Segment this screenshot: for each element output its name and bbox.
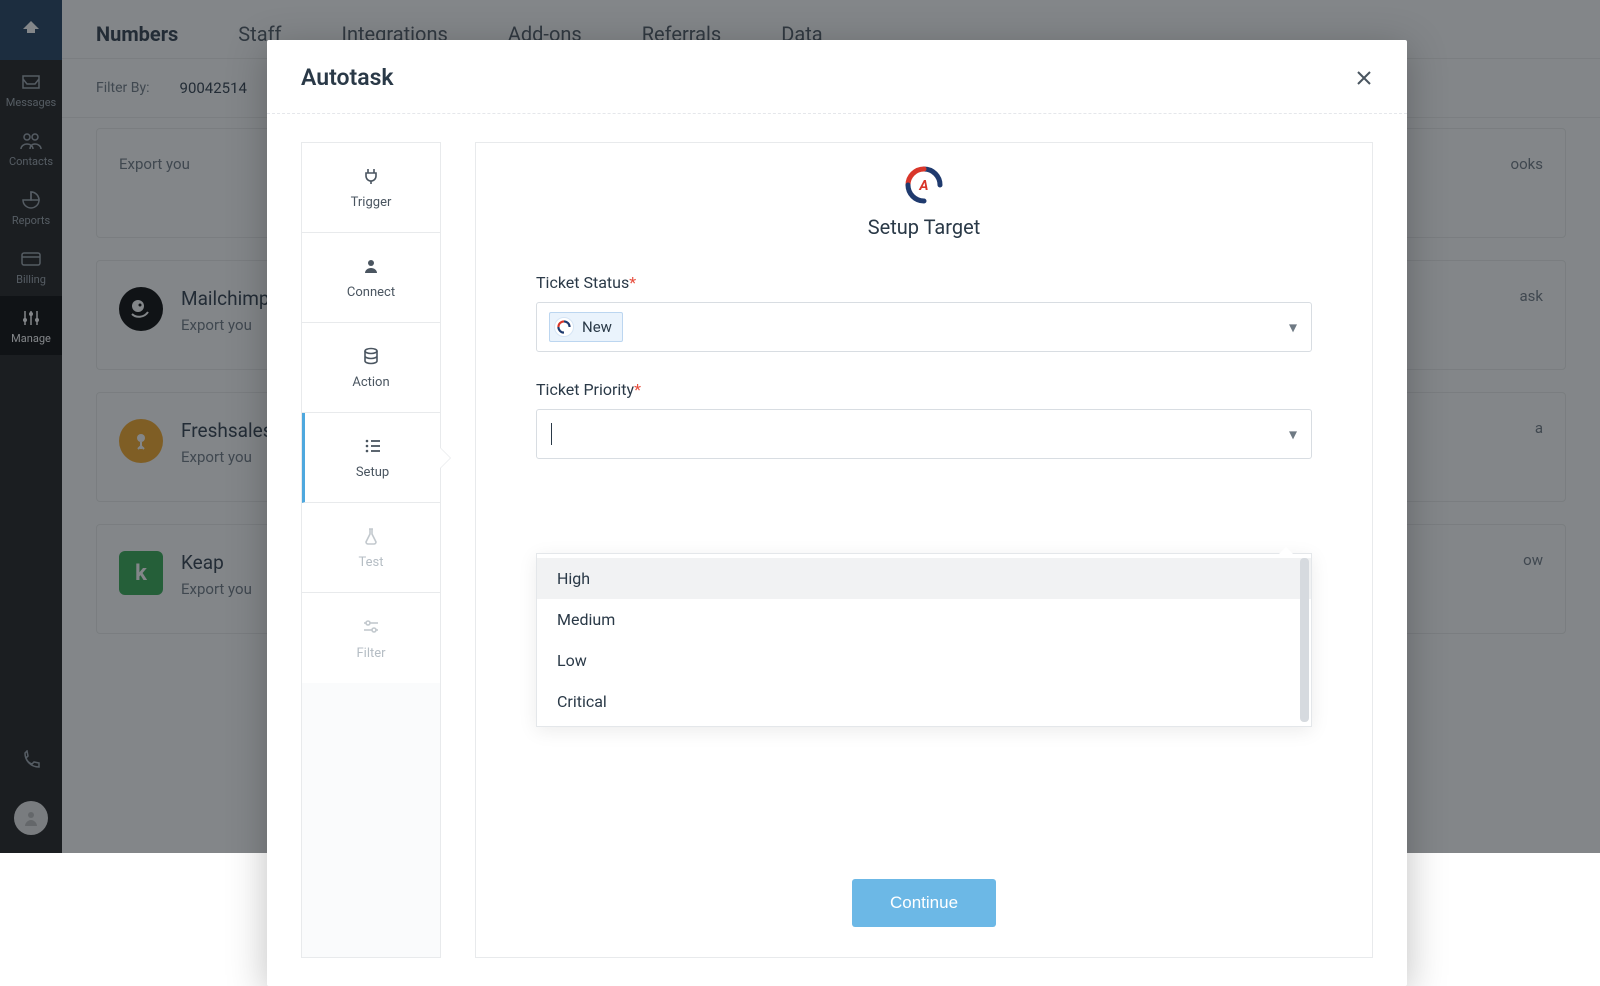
step-label: Trigger (351, 195, 392, 210)
step-trigger[interactable]: Trigger (302, 143, 440, 233)
step-filter[interactable]: Filter (302, 593, 440, 683)
priority-dropdown: High Medium Low Critical (536, 553, 1312, 727)
chevron-down-icon: ▾ (1289, 318, 1297, 337)
step-connect[interactable]: Connect (302, 233, 440, 323)
svg-text:A: A (918, 178, 928, 194)
chevron-down-icon: ▾ (1289, 425, 1297, 444)
dropdown-option-high[interactable]: High (537, 558, 1311, 599)
flask-icon (360, 525, 382, 547)
autotask-chip-icon (554, 317, 574, 337)
step-test[interactable]: Test (302, 503, 440, 593)
database-icon (360, 345, 382, 367)
step-label: Test (359, 555, 384, 570)
setup-panel: A Setup Target Ticket Status* (475, 142, 1373, 958)
dropdown-scrollbar[interactable] (1300, 558, 1309, 722)
text-cursor (551, 423, 552, 445)
ticket-status-select[interactable]: New ▾ (536, 302, 1312, 352)
ticket-status-label: Ticket Status* (536, 273, 1312, 292)
panel-title: Setup Target (476, 215, 1372, 239)
filter-sliders-icon (360, 616, 382, 638)
step-setup[interactable]: Setup (302, 413, 440, 503)
ticket-priority-label: Ticket Priority* (536, 380, 1312, 399)
dropdown-option-low[interactable]: Low (537, 640, 1311, 681)
wizard-steps: Trigger Connect Action Setup Test Filter (301, 142, 441, 958)
step-label: Action (352, 375, 389, 390)
step-label: Setup (356, 465, 389, 480)
close-icon (1355, 69, 1373, 87)
person-icon (360, 255, 382, 277)
continue-button[interactable]: Continue (852, 879, 996, 927)
autotask-logo-icon: A (904, 165, 944, 205)
modal-title: Autotask (301, 64, 394, 91)
selected-chip: New (549, 312, 623, 342)
step-label: Filter (356, 646, 385, 661)
dropdown-option-critical[interactable]: Critical (537, 681, 1311, 722)
plug-icon (360, 165, 382, 187)
dropdown-option-medium[interactable]: Medium (537, 599, 1311, 640)
step-action[interactable]: Action (302, 323, 440, 413)
ticket-priority-select[interactable]: ▾ (536, 409, 1312, 459)
chip-label: New (582, 318, 612, 336)
step-label: Connect (347, 285, 395, 300)
autotask-modal: Autotask Trigger Connect Action Setup (267, 40, 1407, 986)
modal-close-button[interactable] (1355, 69, 1373, 87)
list-icon (362, 435, 384, 457)
